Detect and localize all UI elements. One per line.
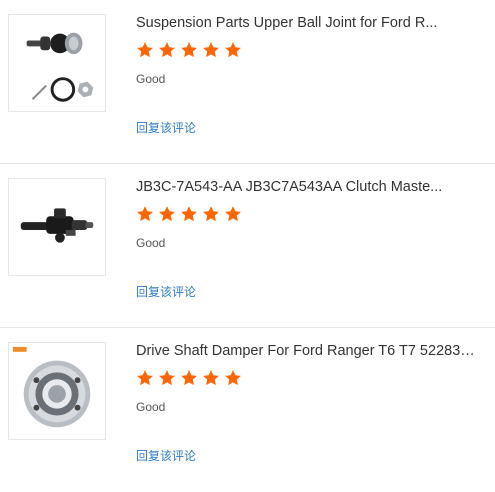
star-icon [159, 206, 175, 222]
star-icon [181, 206, 197, 222]
review-comment: Good [136, 236, 166, 250]
product-image[interactable] [8, 178, 106, 276]
review-item: Drive Shaft Damper For Ford Ranger T6 T7… [0, 328, 495, 492]
star-icon [203, 370, 219, 386]
review-item: Suspension Parts Upper Ball Joint for Fo… [0, 0, 495, 164]
review-list: Suspension Parts Upper Ball Joint for Fo… [0, 0, 495, 478]
reply-link[interactable]: 回复该评论 [136, 283, 196, 300]
product-image[interactable] [8, 342, 106, 440]
product-title[interactable]: JB3C-7A543-AA JB3C7A543AA Clutch Maste..… [136, 178, 476, 196]
star-icon [225, 206, 241, 222]
product-title[interactable]: Suspension Parts Upper Ball Joint for Fo… [136, 14, 476, 32]
review-comment: Good [136, 72, 166, 86]
star-icon [203, 42, 219, 58]
star-icon [225, 42, 241, 58]
product-image[interactable] [8, 14, 106, 112]
review-comment: Good [136, 400, 166, 414]
rating-stars [136, 41, 242, 61]
star-icon [203, 206, 219, 222]
star-icon [137, 206, 153, 222]
star-icon [137, 370, 153, 386]
clutch-master-cylinder-icon [20, 208, 94, 243]
star-icon [159, 370, 175, 386]
ball-joint-icon [26, 32, 94, 102]
star-icon [225, 370, 241, 386]
reply-link[interactable]: 回复该评论 [136, 119, 196, 136]
star-icon [181, 42, 197, 58]
star-icon [137, 42, 153, 58]
reply-link[interactable]: 回复该评论 [136, 447, 196, 464]
review-item: JB3C-7A543-AA JB3C7A543AA Clutch Maste..… [0, 164, 495, 328]
star-icon [159, 42, 175, 58]
star-icon [181, 370, 197, 386]
rating-stars [136, 369, 242, 389]
drive-shaft-damper-icon [12, 346, 91, 428]
rating-stars [136, 205, 242, 225]
product-title[interactable]: Drive Shaft Damper For Ford Ranger T6 T7… [136, 342, 476, 360]
